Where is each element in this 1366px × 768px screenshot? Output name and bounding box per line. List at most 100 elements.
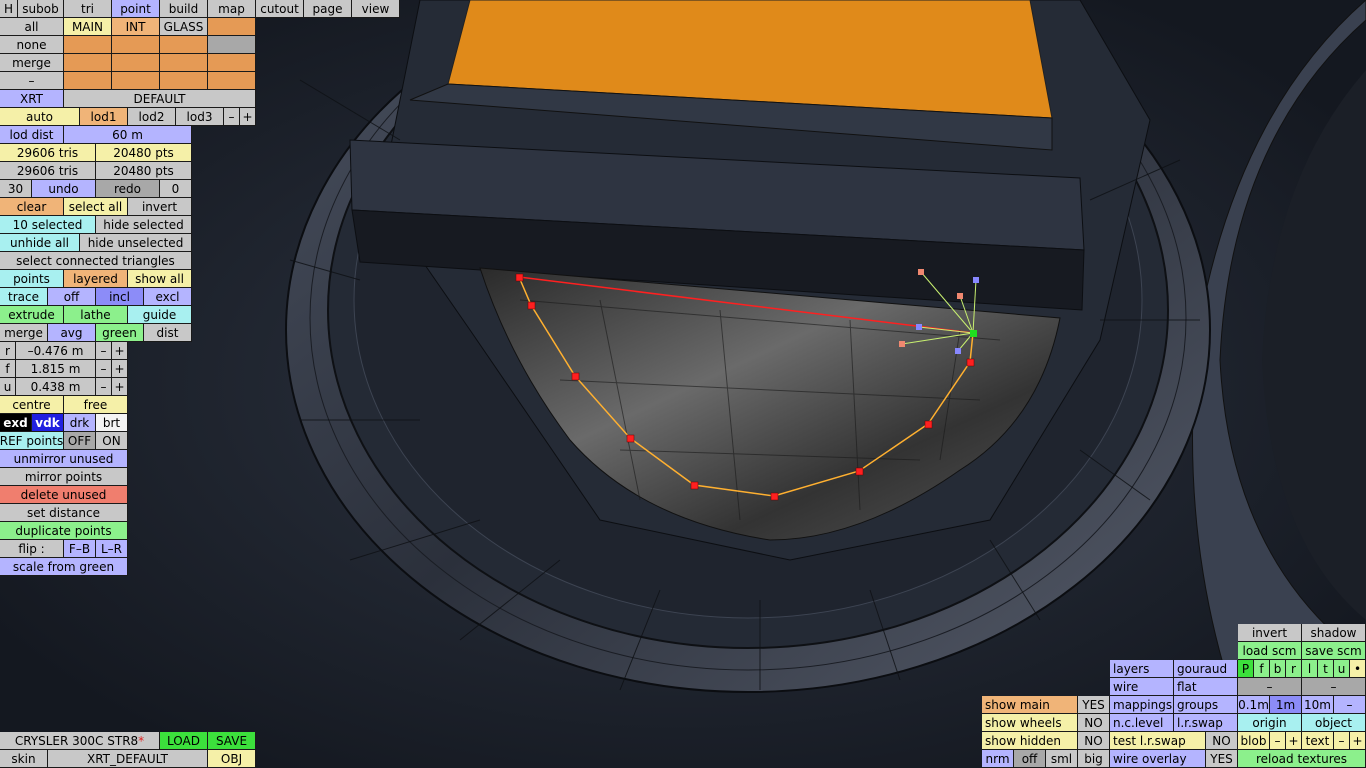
axis-r-plus[interactable]: + xyxy=(112,342,128,360)
blob-plus[interactable]: + xyxy=(1286,732,1302,750)
save-button[interactable]: SAVE xyxy=(208,732,256,750)
unhide-all-button[interactable]: unhide all xyxy=(0,234,80,252)
axis-u-value[interactable]: 0.438 m xyxy=(16,378,96,396)
object-button[interactable]: object xyxy=(1302,714,1366,732)
skin-name[interactable]: XRT_DEFAULT xyxy=(48,750,208,768)
mat-slot[interactable] xyxy=(64,36,112,54)
grid-minus-b[interactable]: – xyxy=(1302,678,1366,696)
lod-auto-button[interactable]: auto xyxy=(0,108,80,126)
mat-slot[interactable] xyxy=(160,54,208,72)
undo-button[interactable]: undo xyxy=(32,180,96,198)
invert-selection-button[interactable]: invert xyxy=(128,198,192,216)
mat-slot[interactable] xyxy=(112,36,160,54)
flat-button[interactable]: flat xyxy=(1174,678,1238,696)
nclevel-button[interactable]: n.c.level xyxy=(1110,714,1174,732)
hide-selected-button[interactable]: hide selected xyxy=(96,216,192,234)
mat-merge-button[interactable]: merge xyxy=(0,54,64,72)
mat-glass[interactable]: GLASS xyxy=(160,18,208,36)
shade-drk-button[interactable]: drk xyxy=(64,414,96,432)
flag-b[interactable]: b xyxy=(1270,660,1286,678)
shade-vdk-button[interactable]: vdk xyxy=(32,414,64,432)
mat-slot[interactable] xyxy=(208,72,256,90)
tab-build[interactable]: build xyxy=(160,0,208,18)
xrt-button[interactable]: XRT xyxy=(0,90,64,108)
tab-map[interactable]: map xyxy=(208,0,256,18)
sml-button[interactable]: sml xyxy=(1046,750,1078,768)
select-connected-button[interactable]: select connected triangles xyxy=(0,252,192,270)
dist-button[interactable]: dist xyxy=(144,324,192,342)
mat-main[interactable]: MAIN xyxy=(64,18,112,36)
trace-off-button[interactable]: off xyxy=(48,288,96,306)
default-name[interactable]: DEFAULT xyxy=(64,90,256,108)
lod-plus-button[interactable]: + xyxy=(240,108,256,126)
grid-minus-c[interactable]: – xyxy=(1334,696,1366,714)
blob-minus[interactable]: – xyxy=(1270,732,1286,750)
wire-overlay-toggle[interactable]: YES xyxy=(1206,750,1238,768)
mat-slot[interactable] xyxy=(64,54,112,72)
axis-f-value[interactable]: 1.815 m xyxy=(16,360,96,378)
mat-slot[interactable] xyxy=(112,54,160,72)
flag-l[interactable]: l xyxy=(1302,660,1318,678)
nrm-button[interactable]: nrm xyxy=(982,750,1014,768)
lathe-button[interactable]: lathe xyxy=(64,306,128,324)
mat-slot[interactable] xyxy=(208,18,256,36)
flag-r[interactable]: r xyxy=(1286,660,1302,678)
flag-t[interactable]: t xyxy=(1318,660,1334,678)
grid-1m-button[interactable]: 1m xyxy=(1270,696,1302,714)
axis-u-minus[interactable]: – xyxy=(96,378,112,396)
big-button[interactable]: big xyxy=(1078,750,1110,768)
axis-r-minus[interactable]: – xyxy=(96,342,112,360)
grid-10m-button[interactable]: 10m xyxy=(1302,696,1334,714)
trace-incl-button[interactable]: incl xyxy=(96,288,144,306)
save-scm-button[interactable]: save scm xyxy=(1302,642,1366,660)
trace-excl-button[interactable]: excl xyxy=(144,288,192,306)
mirror-points-button[interactable]: mirror points xyxy=(0,468,128,486)
flag-u[interactable]: u xyxy=(1334,660,1350,678)
tab-cutout[interactable]: cutout xyxy=(256,0,304,18)
layers-button[interactable]: layers xyxy=(1110,660,1174,678)
axis-u-plus[interactable]: + xyxy=(112,378,128,396)
text-plus[interactable]: + xyxy=(1350,732,1366,750)
redo-button[interactable]: redo xyxy=(96,180,160,198)
test-lrswap-toggle[interactable]: NO xyxy=(1206,732,1238,750)
shade-brt-button[interactable]: brt xyxy=(96,414,128,432)
centre-button[interactable]: centre xyxy=(0,396,64,414)
flag-f[interactable]: f xyxy=(1254,660,1270,678)
avg-button[interactable]: avg xyxy=(48,324,96,342)
mat-slot[interactable] xyxy=(112,72,160,90)
origin-button[interactable]: origin xyxy=(1238,714,1302,732)
reload-textures-button[interactable]: reload textures xyxy=(1238,750,1366,768)
flag-p[interactable]: P xyxy=(1238,660,1254,678)
lod-dist-value[interactable]: 60 m xyxy=(64,126,192,144)
set-distance-button[interactable]: set distance xyxy=(0,504,128,522)
duplicate-points-button[interactable]: duplicate points xyxy=(0,522,128,540)
unmirror-unused-button[interactable]: unmirror unused xyxy=(0,450,128,468)
shadow-button[interactable]: shadow xyxy=(1302,624,1366,642)
tab-tri[interactable]: tri xyxy=(64,0,112,18)
lod-minus-button[interactable]: – xyxy=(224,108,240,126)
tab-subob[interactable]: subob xyxy=(18,0,64,18)
ref-off-button[interactable]: OFF xyxy=(64,432,96,450)
tab-page[interactable]: page xyxy=(304,0,352,18)
trace-button[interactable]: trace xyxy=(0,288,48,306)
blob-button[interactable]: blob xyxy=(1238,732,1270,750)
mat-slot[interactable] xyxy=(160,36,208,54)
wire-button[interactable]: wire xyxy=(1110,678,1174,696)
mat-int[interactable]: INT xyxy=(112,18,160,36)
show-wheels-toggle[interactable]: NO xyxy=(1078,714,1110,732)
text-minus[interactable]: – xyxy=(1334,732,1350,750)
gouraud-button[interactable]: gouraud xyxy=(1174,660,1238,678)
grid-minus-a[interactable]: – xyxy=(1238,678,1302,696)
delete-unused-button[interactable]: delete unused xyxy=(0,486,128,504)
free-button[interactable]: free xyxy=(64,396,128,414)
merge-points-button[interactable]: merge xyxy=(0,324,48,342)
scale-from-green-button[interactable]: scale from green xyxy=(0,558,128,576)
shade-exd-button[interactable]: exd xyxy=(0,414,32,432)
off-button[interactable]: off xyxy=(1014,750,1046,768)
mat-all-button[interactable]: all xyxy=(0,18,64,36)
mat-none-button[interactable]: none xyxy=(0,36,64,54)
axis-r-value[interactable]: –0.476 m xyxy=(16,342,96,360)
h-button[interactable]: H xyxy=(0,0,18,18)
mat-slot[interactable] xyxy=(64,72,112,90)
invert-button[interactable]: invert xyxy=(1238,624,1302,642)
